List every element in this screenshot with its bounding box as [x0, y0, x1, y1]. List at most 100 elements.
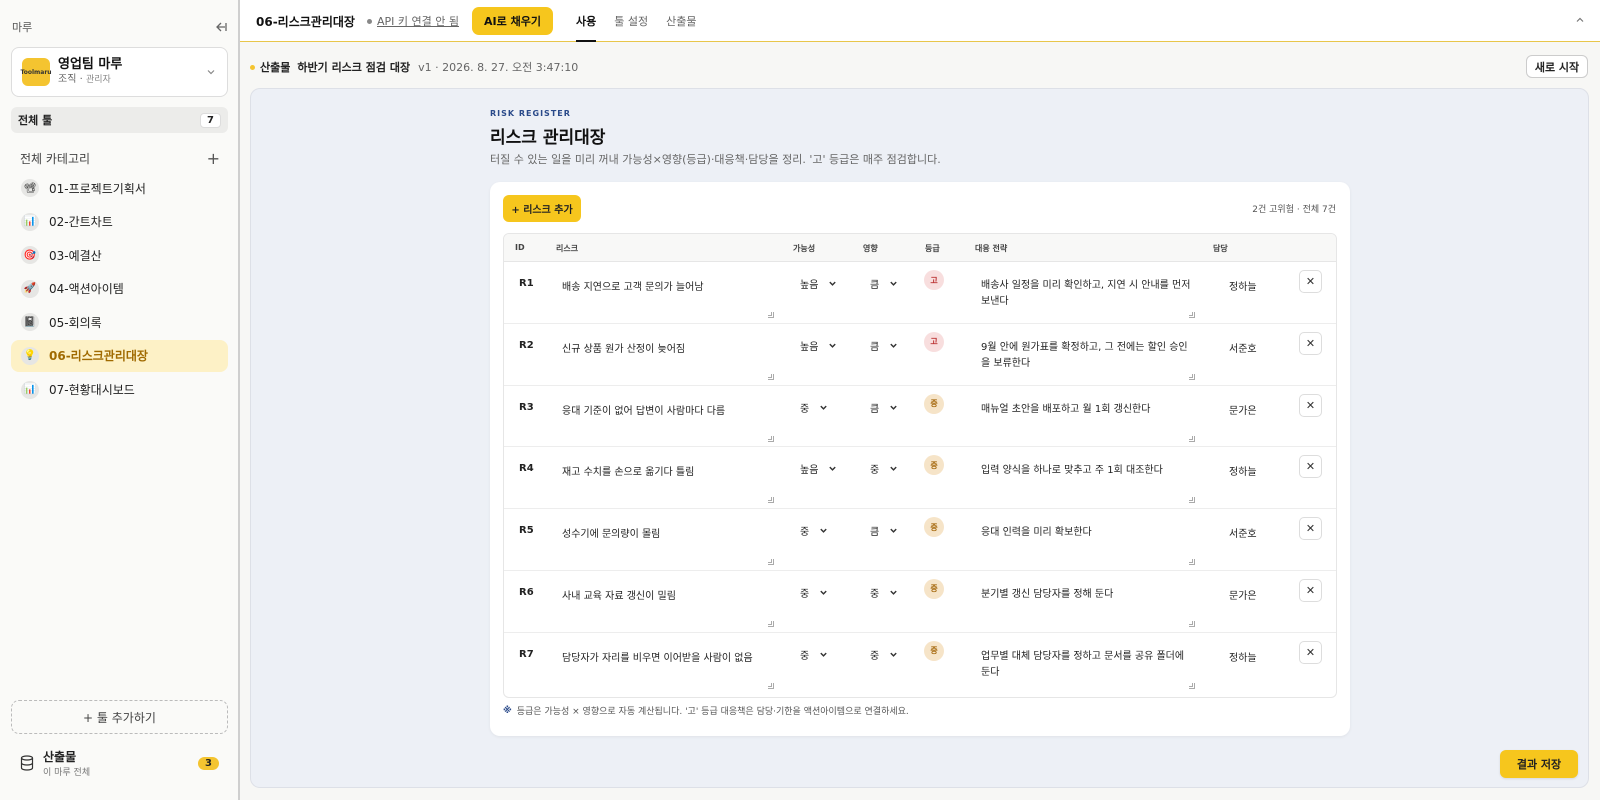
risk-table: ID 리스크 가능성 영향 등급 대응 전략 담당 R1 배송 지연으로 고객 문… [503, 233, 1337, 698]
impact-select[interactable]: 중 [870, 461, 910, 476]
sidebar-item-07[interactable]: 📊 07-현황대시보드 [11, 374, 228, 406]
sidebar-header: 마루 [12, 18, 228, 36]
delete-row-button[interactable]: ✕ [1299, 517, 1322, 541]
strategy-input[interactable]: 입력 양식을 하나로 맞추고 주 1회 대조한다 [975, 455, 1197, 505]
chevron-down-icon [820, 405, 827, 410]
add-risk-button[interactable]: + 리스크 추가 [503, 195, 581, 222]
strategy-text: 업무별 대체 담당자를 정하고 문서를 공유 폴더에 둔다 [981, 650, 1185, 678]
resize-handle-icon[interactable] [1189, 312, 1195, 318]
col-owner: 담당 [1213, 244, 1228, 253]
risk-id: R5 [519, 525, 534, 537]
restart-button[interactable]: 새로 시작 [1526, 55, 1588, 78]
impact-value: 큼 [870, 280, 880, 291]
strategy-input[interactable]: 응대 인력을 미리 확보한다 [975, 517, 1197, 567]
col-strategy: 대응 전략 [975, 244, 1008, 253]
impact-select[interactable]: 큼 [870, 338, 910, 353]
add-tool-button[interactable]: + 툴 추가하기 [11, 700, 228, 734]
tab-use[interactable]: 사용 [576, 0, 597, 42]
impact-select[interactable]: 중 [870, 585, 910, 600]
resize-handle-icon[interactable] [768, 435, 774, 442]
impact-value: 큼 [870, 527, 880, 539]
risk-description-input[interactable]: 배송 지연으로 고객 문의가 늘어남 [556, 270, 776, 320]
strategy-input[interactable]: 배송사 일정을 미리 확인하고, 지연 시 안내를 먼저 보낸다 [975, 270, 1197, 320]
add-category-icon[interactable]: + [207, 150, 220, 166]
sidebar-item-03[interactable]: 🎯 03-예결산 [11, 239, 228, 271]
risk-id: R7 [519, 648, 534, 660]
resize-handle-icon[interactable] [1189, 435, 1195, 442]
sidebar-item-06[interactable]: 💡 06-리스크관리대장 [11, 339, 228, 372]
strategy-input[interactable]: 매뉴얼 초안을 배포하고 월 1회 갱신한다 [975, 394, 1197, 444]
likelihood-select[interactable]: 중 [800, 400, 848, 415]
collapse-sidebar-icon[interactable] [214, 20, 228, 34]
likelihood-select[interactable]: 높음 [800, 276, 848, 291]
risk-description-input[interactable]: 신규 상품 원가 산정이 늦어짐 [556, 332, 776, 382]
grade-note-text: 등급은 가능성 × 영향으로 자동 계산됩니다. '고' 등급 대응책은 담당·… [516, 707, 909, 717]
impact-select[interactable]: 중 [870, 647, 910, 662]
sidebar-item-04[interactable]: 🚀 04-액션아이템 [11, 273, 228, 305]
likelihood-select[interactable]: 중 [800, 647, 848, 662]
resize-handle-icon[interactable] [768, 620, 774, 627]
resize-handle-icon[interactable] [768, 497, 774, 504]
sidebar-item-label: 06-리스크관리대장 [49, 349, 148, 364]
sidebar-item-label: 05-회의록 [49, 315, 102, 330]
outputs-link[interactable]: 산출물 이 마루 전체 3 [11, 746, 228, 780]
owner-name: 정하늘 [1229, 467, 1257, 479]
org-role: 관리자 [85, 75, 111, 85]
ai-fill-button[interactable]: AI로 채우기 [472, 7, 553, 35]
resize-handle-icon[interactable] [768, 373, 774, 380]
org-type: 조직 [58, 74, 77, 85]
rocket-icon: 🚀 [21, 279, 39, 298]
strategy-input[interactable]: 9월 안에 원가표를 확정하고, 그 전에는 할인 승인을 보류한다 [975, 332, 1197, 382]
impact-select[interactable]: 큼 [870, 523, 910, 538]
sidebar-item-02[interactable]: 📊 02-간트차트 [11, 206, 228, 238]
strategy-input[interactable]: 분기별 갱신 담당자를 정해 둔다 [975, 579, 1197, 629]
presentation-icon: 📽 [21, 179, 39, 197]
likelihood-select[interactable]: 중 [800, 523, 848, 538]
sidebar-item-05[interactable]: 📓 05-회의록 [11, 306, 228, 338]
delete-row-button[interactable]: ✕ [1299, 331, 1322, 355]
bar-chart-icon: 📊 [21, 380, 39, 399]
likelihood-select[interactable]: 높음 [800, 461, 848, 476]
tab-outputs[interactable]: 산출물 [666, 0, 696, 42]
impact-select[interactable]: 큼 [870, 400, 910, 415]
grade-badge: 중 [924, 393, 944, 414]
chevron-down-icon [890, 281, 897, 286]
org-switcher[interactable]: Toolmaru 영업팀 마루 조직 · 관리자 [11, 47, 228, 97]
impact-value: 큼 [870, 403, 880, 415]
close-icon: ✕ [1305, 522, 1316, 536]
strategy-text: 배송사 일정을 미리 확인하고, 지연 시 안내를 먼저 보낸다 [981, 280, 1191, 307]
delete-row-button[interactable]: ✕ [1299, 578, 1322, 602]
output-meta: v1 · 2026. 8. 27. 오전 3:47:10 [418, 61, 579, 74]
risk-description-input[interactable]: 성수기에 문의량이 몰림 [556, 517, 776, 567]
strategy-input[interactable]: 업무별 대체 담당자를 정하고 문서를 공유 폴더에 둔다 [975, 641, 1197, 691]
risk-description-input[interactable]: 응대 기준이 없어 답변이 사람마다 다름 [556, 394, 776, 444]
delete-row-button[interactable]: ✕ [1299, 455, 1322, 479]
resize-handle-icon[interactable] [768, 682, 774, 689]
resize-handle-icon[interactable] [1189, 497, 1195, 504]
risk-description-input[interactable]: 사내 교육 자료 갱신이 밀림 [556, 579, 776, 629]
tab-tool-settings[interactable]: 툴 설정 [614, 0, 648, 42]
likelihood-select[interactable]: 높음 [800, 338, 848, 353]
chevron-up-icon[interactable] [1574, 14, 1586, 26]
sidebar-item-01[interactable]: 📽 01-프로젝트기획서 [11, 172, 228, 204]
api-key-link[interactable]: API 키 연결 안 됨 [377, 13, 459, 29]
outputs-count-badge: 3 [198, 756, 219, 770]
likelihood-select[interactable]: 중 [800, 585, 848, 600]
delete-row-button[interactable]: ✕ [1299, 393, 1322, 417]
resize-handle-icon[interactable] [768, 312, 774, 318]
save-result-button[interactable]: 결과 저장 [1500, 750, 1578, 778]
risk-description-input[interactable]: 담당자가 자리를 비우면 이어받을 사람이 없음 [556, 641, 776, 691]
delete-row-button[interactable]: ✕ [1299, 270, 1322, 293]
impact-select[interactable]: 큼 [870, 276, 910, 291]
risk-description-input[interactable]: 재고 수치를 손으로 옮기다 틀림 [556, 455, 776, 505]
api-status: API 키 연결 안 됨 [367, 13, 459, 29]
resize-handle-icon[interactable] [1189, 559, 1195, 566]
resize-handle-icon[interactable] [1189, 682, 1195, 689]
impact-value: 중 [870, 650, 880, 662]
resize-handle-icon[interactable] [1189, 620, 1195, 627]
owner-name: 문가은 [1229, 590, 1257, 602]
all-tools-filter[interactable]: 전체 툴 7 [11, 107, 228, 133]
resize-handle-icon[interactable] [1189, 373, 1195, 380]
resize-handle-icon[interactable] [768, 559, 774, 566]
delete-row-button[interactable]: ✕ [1299, 640, 1322, 664]
